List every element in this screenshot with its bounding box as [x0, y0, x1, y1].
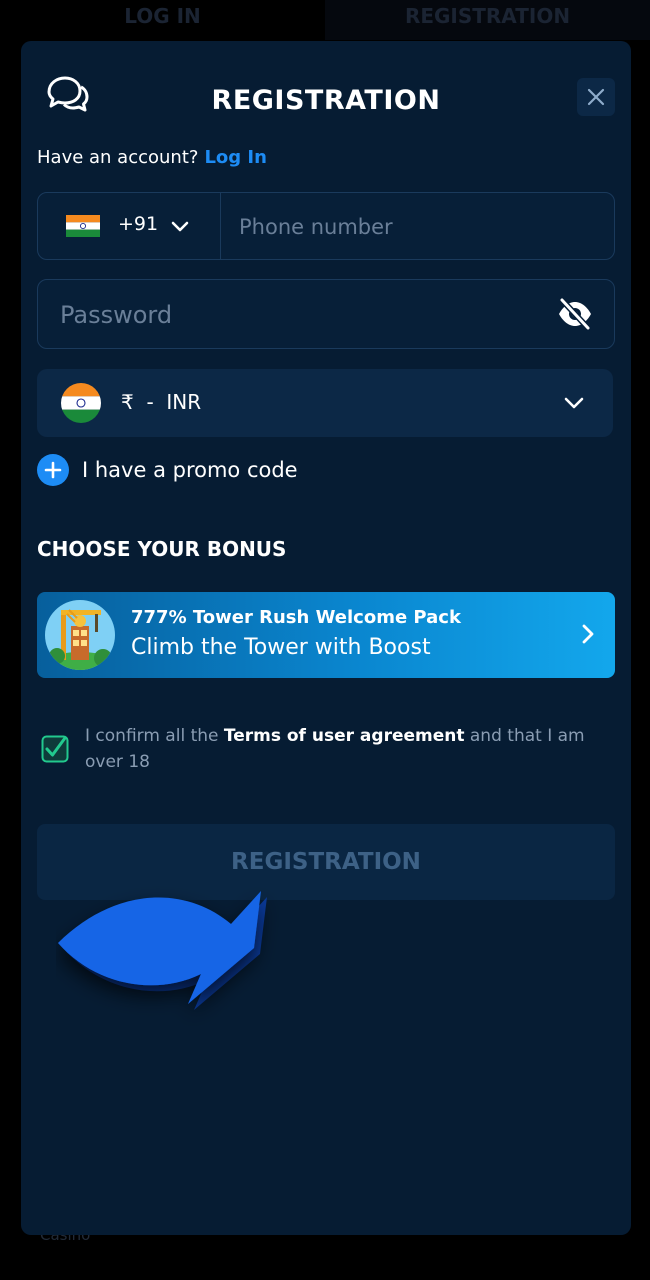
plus-circle-icon [37, 454, 69, 486]
password-input[interactable] [58, 280, 542, 350]
country-code: +91 [118, 213, 159, 235]
tower-bonus-icon [45, 600, 115, 670]
tab-login[interactable]: LOG IN [0, 0, 325, 40]
terms-link[interactable]: Terms of user agreement [224, 726, 465, 746]
account-prompt-text: Have an account? [37, 147, 199, 168]
eye-off-icon[interactable] [556, 296, 594, 332]
india-flag-icon [66, 215, 100, 237]
country-code-select[interactable]: +91 [38, 193, 221, 259]
currency-symbol: ₹ [121, 390, 134, 414]
tab-registration[interactable]: REGISTRATION [325, 0, 650, 40]
terms-text-before: I confirm all the [85, 726, 219, 746]
password-field [37, 279, 615, 350]
terms-text: I confirm all the Terms of user agreemen… [85, 723, 615, 775]
registration-modal: REGISTRATION Have an account?Log In +91 [21, 41, 631, 1235]
chevron-down-icon [564, 397, 584, 409]
currency-code: INR [166, 390, 202, 414]
india-flag-icon [61, 383, 101, 423]
chevron-right-icon [582, 624, 594, 644]
bonus-title: 777% Tower Rush Welcome Pack [131, 607, 461, 628]
bonus-subtitle: Climb the Tower with Boost [131, 635, 431, 660]
modal-title: REGISTRATION [211, 85, 441, 116]
checkbox-checked-icon[interactable] [41, 735, 69, 763]
close-icon [587, 88, 605, 106]
phone-input[interactable] [237, 193, 601, 261]
pointer-arrow-icon [58, 891, 267, 1010]
currency-separator: - [146, 390, 154, 414]
phone-field: +91 [37, 192, 615, 261]
chevron-down-icon [171, 221, 189, 232]
account-prompt: Have an account? Log In [37, 147, 267, 168]
close-button[interactable] [577, 78, 615, 116]
login-link[interactable]: Log In [204, 147, 267, 168]
promo-code-label: I have a promo code [82, 458, 298, 482]
currency-select[interactable]: ₹ - INR [37, 369, 613, 437]
currency-label: ₹ - INR [121, 390, 201, 414]
promo-code-toggle[interactable]: I have a promo code [37, 453, 298, 487]
bonus-card[interactable]: 777% Tower Rush Welcome Pack Climb the T… [37, 592, 615, 678]
background-tabs: LOG IN REGISTRATION [0, 0, 650, 40]
bonus-heading: CHOOSE YOUR BONUS [37, 537, 287, 561]
